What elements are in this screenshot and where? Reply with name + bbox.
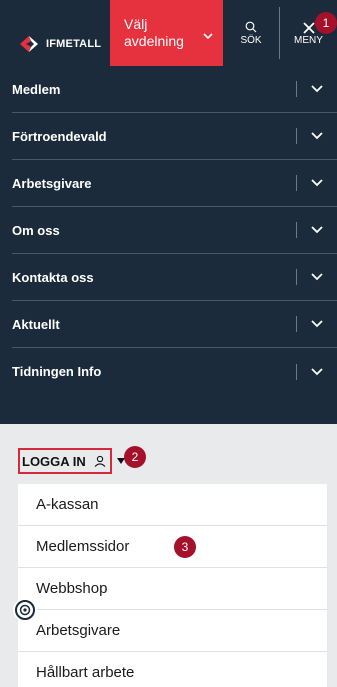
login-label: LOGGA IN — [22, 453, 86, 469]
annotation-badge-1: 1 — [315, 12, 337, 34]
ifmetall-logo-icon — [20, 36, 38, 52]
select-department-label: Välj avdelning — [124, 16, 184, 49]
search-label: SÖK — [240, 34, 262, 46]
link-hallbart-arbete[interactable]: Hållbart arbete — [18, 652, 327, 687]
expand-button[interactable] — [311, 254, 337, 300]
close-icon — [302, 21, 315, 34]
nav-separator — [296, 222, 297, 238]
nav-item-aktuellt[interactable]: Aktuellt — [12, 301, 337, 348]
expand-button[interactable] — [311, 207, 337, 253]
nav-item-fortroendevald[interactable]: Förtroendevald — [12, 113, 337, 160]
nav-item-om-oss[interactable]: Om oss — [12, 207, 337, 254]
expand-button[interactable] — [311, 113, 337, 159]
nav-item-label: Medlem — [12, 81, 61, 97]
annotation-badge-3: 3 — [174, 536, 196, 558]
expand-button[interactable] — [311, 160, 337, 206]
menu-label: MENY — [294, 34, 323, 46]
annotation-badge-2: 2 — [124, 446, 146, 468]
main-navigation: Medlem Förtroendevald Arbetsgivare Om os… — [0, 66, 337, 424]
link-medlemssidor[interactable]: Medlemssidor — [18, 526, 327, 568]
login-links-list: A-kassan Medlemssidor Webbshop Arbetsgiv… — [18, 484, 327, 687]
link-a-kassan[interactable]: A-kassan — [18, 484, 327, 526]
logo-text: IFMETALL — [46, 38, 102, 50]
nav-item-label: Arbetsgivare — [12, 175, 92, 191]
nav-item-label: Förtroendevald — [12, 128, 107, 144]
nav-item-label: Tidningen Info — [12, 364, 102, 379]
nav-separator — [296, 128, 297, 144]
nav-separator — [296, 175, 297, 191]
chevron-down-icon — [203, 33, 213, 40]
nav-item-kontakta-oss[interactable]: Kontakta oss — [12, 254, 337, 301]
chevron-down-icon — [311, 273, 323, 281]
chevron-down-icon — [311, 179, 323, 187]
search-icon — [245, 21, 257, 32]
nav-item-arbetsgivare[interactable]: Arbetsgivare — [12, 160, 337, 207]
nav-item-label: Om oss — [12, 222, 60, 238]
login-panel: LOGGA IN A-kassan Medlemssidor Webbshop … — [0, 424, 337, 687]
user-icon — [94, 455, 106, 467]
link-arbetsgivare[interactable]: Arbetsgivare — [18, 610, 327, 652]
chevron-down-icon — [311, 320, 323, 328]
nav-item-tidningen-info[interactable]: Tidningen Info — [12, 348, 337, 395]
nav-separator — [296, 316, 297, 332]
nav-separator — [296, 269, 297, 285]
accessibility-icon — [15, 600, 35, 620]
nav-item-label: Kontakta oss — [12, 269, 94, 285]
expand-button[interactable] — [311, 301, 337, 347]
accessibility-button[interactable] — [13, 598, 37, 622]
nav-separator — [296, 363, 297, 380]
nav-item-label: Aktuellt — [12, 316, 60, 332]
select-department-button[interactable]: Välj avdelning — [110, 0, 223, 66]
chevron-down-icon — [311, 132, 323, 140]
login-row: LOGGA IN — [18, 448, 126, 474]
nav-item-medlem[interactable]: Medlem — [12, 66, 337, 113]
link-webbshop[interactable]: Webbshop — [18, 568, 327, 610]
login-button[interactable]: LOGGA IN — [18, 448, 112, 474]
expand-button[interactable] — [311, 66, 337, 112]
expand-button[interactable] — [311, 348, 337, 395]
chevron-down-icon — [311, 226, 323, 234]
chevron-down-icon — [311, 85, 323, 93]
nav-separator — [296, 81, 297, 97]
chevron-down-icon — [311, 367, 323, 375]
search-button[interactable]: SÖK — [223, 0, 279, 66]
